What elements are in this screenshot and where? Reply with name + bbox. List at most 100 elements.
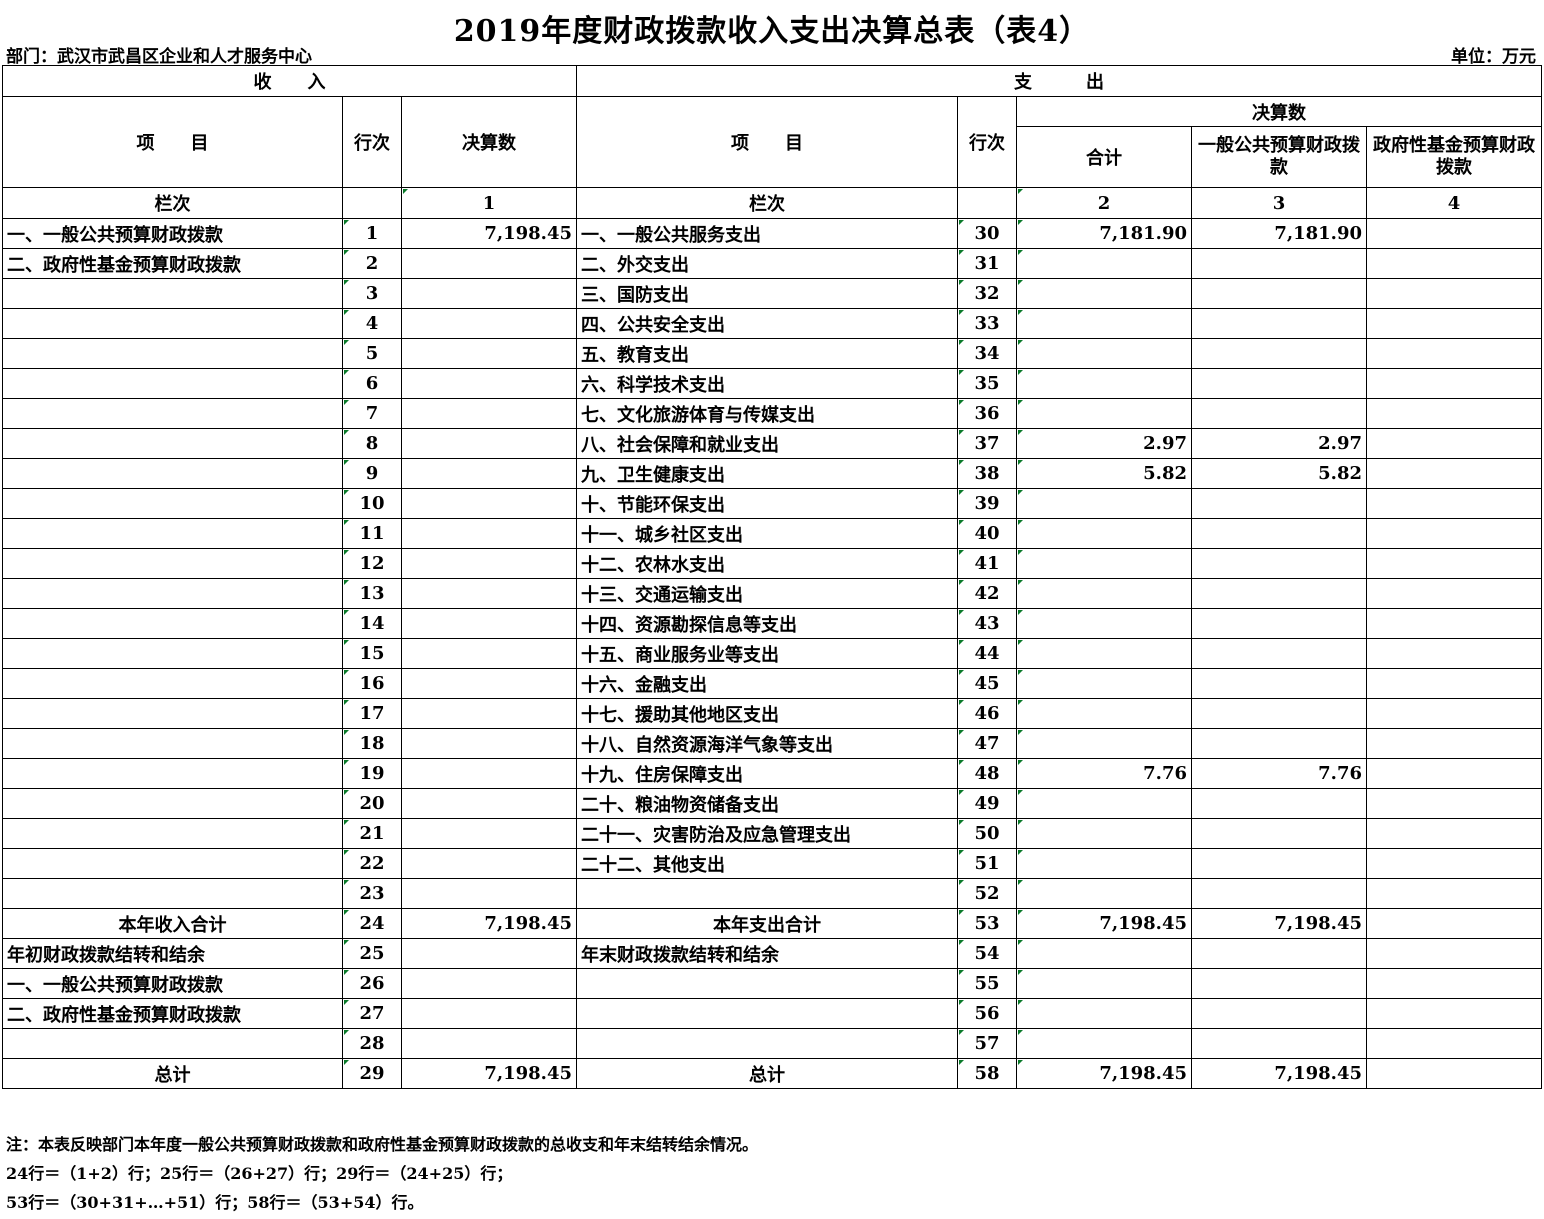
- income-amount-cell: [401, 878, 577, 909]
- table-row: 14 十四、资源勘探信息等支出 43: [2, 608, 1543, 639]
- expense-item-cell: 十四、资源勘探信息等支出: [576, 608, 958, 639]
- expense-row-no-cell: 46: [957, 698, 1017, 729]
- general-budget-amount-cell: [1191, 488, 1367, 519]
- total-amount-cell: 7,198.45: [1016, 908, 1192, 939]
- table-row: 17 十七、援助其他地区支出 46: [2, 698, 1543, 729]
- income-item-cell: [2, 548, 343, 579]
- general-budget-amount-cell: [1191, 248, 1367, 279]
- expense-row-no-cell: 38: [957, 458, 1017, 489]
- income-row-no-cell: 11: [342, 518, 402, 549]
- income-item-cell: [2, 668, 343, 699]
- income-item-cell: [2, 578, 343, 609]
- expense-item-cell: 二十二、其他支出: [576, 848, 958, 879]
- income-item-cell: 二、政府性基金预算财政拨款: [2, 248, 343, 279]
- expense-item-cell: 三、国防支出: [576, 278, 958, 309]
- general-budget-amount-cell: [1191, 338, 1367, 369]
- col1-label: 1: [401, 187, 577, 219]
- general-budget-amount-cell: 5.82: [1191, 458, 1367, 489]
- general-budget-amount-cell: [1191, 818, 1367, 849]
- gov-fund-amount-cell: [1365, 968, 1543, 999]
- notes: 注：本表反映部门本年度一般公共预算财政拨款和政府性基金预算财政拨款的总收支和年末…: [6, 1130, 758, 1217]
- total-amount-cell: 2.97: [1016, 428, 1192, 459]
- expense-row-no-cell: 52: [957, 878, 1017, 909]
- expense-row-no-cell: 56: [957, 998, 1017, 1029]
- total-amount-cell: [1016, 518, 1192, 549]
- expense-item-header: 项 目: [576, 96, 958, 188]
- expense-item-cell: 十二、农林水支出: [576, 548, 958, 579]
- expense-row-no-cell: 43: [957, 608, 1017, 639]
- expense-item-cell: 年末财政拨款结转和结余: [576, 938, 958, 969]
- income-amount-cell: [401, 938, 577, 969]
- column-number-row: 栏次 1 栏次 2 3 4: [2, 187, 1543, 219]
- table-row: 21 二十一、灾害防治及应急管理支出 50: [2, 818, 1543, 849]
- income-amount-cell: [401, 788, 577, 819]
- total-amount-cell: [1016, 278, 1192, 309]
- col3-label: 3: [1191, 187, 1367, 219]
- general-budget-amount-cell: [1191, 608, 1367, 639]
- income-row-no-cell: 26: [342, 968, 402, 999]
- header-row-2: 项 目 行次 决算数 项 目 行次 决算数: [2, 96, 1543, 188]
- expense-item-cell: 十九、住房保障支出: [576, 758, 958, 789]
- gov-fund-amount-cell: [1365, 938, 1543, 969]
- expense-item-cell: 二十一、灾害防治及应急管理支出: [576, 818, 958, 849]
- expense-row-no-cell: 39: [957, 488, 1017, 519]
- gov-fund-amount-cell: [1365, 788, 1543, 819]
- expense-item-cell: 十八、自然资源海洋气象等支出: [576, 728, 958, 759]
- expense-item-cell: [576, 878, 958, 909]
- income-item-cell: 二、政府性基金预算财政拨款: [2, 998, 343, 1029]
- income-row-no-cell: 15: [342, 638, 402, 669]
- income-amount-cell: [401, 488, 577, 519]
- income-row-no-cell: 20: [342, 788, 402, 819]
- gov-fund-amount-cell: [1365, 908, 1543, 939]
- total-amount-cell: [1016, 1028, 1192, 1059]
- note-line: 注：本表反映部门本年度一般公共预算财政拨款和政府性基金预算财政拨款的总收支和年末…: [6, 1135, 759, 1154]
- col4-label: 4: [1365, 187, 1543, 219]
- table-row: 6 六、科学技术支出 35: [2, 368, 1543, 399]
- expense-item-cell: [576, 998, 958, 1029]
- income-item-cell: 年初财政拨款结转和结余: [2, 938, 343, 969]
- income-amount-cell: 7,198.45: [401, 908, 577, 939]
- expense-row-no-cell: 45: [957, 668, 1017, 699]
- expense-item-cell: 十、节能环保支出: [576, 488, 958, 519]
- gov-fund-amount-cell: [1365, 578, 1543, 609]
- blank-cell: [957, 187, 1017, 219]
- expense-item-cell: 十一、城乡社区支出: [576, 518, 958, 549]
- income-row-no-cell: 18: [342, 728, 402, 759]
- income-item-cell: [2, 758, 343, 789]
- expense-item-cell: [576, 1028, 958, 1059]
- department-label: 部门：武汉市武昌区企业和人才服务中心: [6, 47, 312, 67]
- income-row-no-cell: 23: [342, 878, 402, 909]
- general-budget-amount-cell: [1191, 1028, 1367, 1059]
- income-row-no-cell: 9: [342, 458, 402, 489]
- income-amount-cell: [401, 338, 577, 369]
- income-item-cell: [2, 398, 343, 429]
- income-amount-cell: [401, 728, 577, 759]
- gov-fund-amount-cell: [1365, 998, 1543, 1029]
- gov-fund-amount-cell: [1365, 278, 1543, 309]
- income-row-no-cell: 8: [342, 428, 402, 459]
- expense-row-no-cell: 42: [957, 578, 1017, 609]
- general-budget-amount-cell: [1191, 368, 1367, 399]
- income-amount-cell: [401, 278, 577, 309]
- general-budget-amount-cell: 7,198.45: [1191, 908, 1367, 939]
- total-amount-cell: [1016, 938, 1192, 969]
- income-rowno-header: 行次: [342, 96, 402, 188]
- expense-item-cell: 五、教育支出: [576, 338, 958, 369]
- general-budget-amount-cell: [1191, 518, 1367, 549]
- total-amount-cell: [1016, 668, 1192, 699]
- gov-fund-amount-cell: [1365, 308, 1543, 339]
- expense-column-no-label: 栏次: [576, 187, 958, 219]
- general-budget-amount-cell: [1191, 668, 1367, 699]
- summary-table: 收 入 支 出 项 目 行次 决算数 项 目 行次 决算数 合计 一般公共预算财…: [2, 65, 1543, 1089]
- income-amount-cell: [401, 698, 577, 729]
- general-budget-amount-cell: [1191, 848, 1367, 879]
- table-row: 7 七、文化旅游体育与传媒支出 36: [2, 398, 1543, 429]
- table-row: 二、政府性基金预算财政拨款 27 56: [2, 998, 1543, 1029]
- income-row-no-cell: 2: [342, 248, 402, 279]
- expense-row-no-cell: 41: [957, 548, 1017, 579]
- income-item-cell: [2, 488, 343, 519]
- gov-fund-amount-cell: [1365, 1028, 1543, 1059]
- expense-item-cell: 七、文化旅游体育与传媒支出: [576, 398, 958, 429]
- table-row: 总计 29 7,198.45 总计 58 7,198.45 7,198.45: [2, 1058, 1543, 1089]
- income-item-cell: [2, 818, 343, 849]
